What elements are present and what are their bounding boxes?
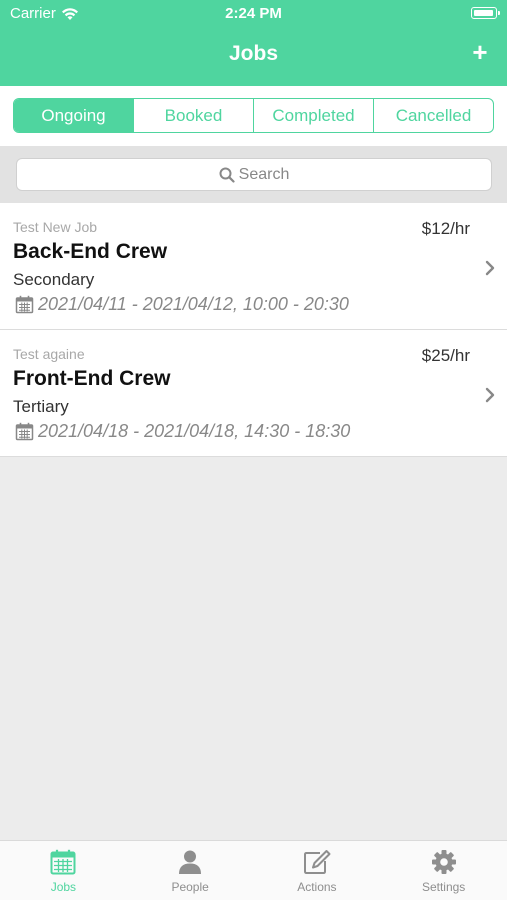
chevron-right-icon <box>485 260 495 276</box>
job-row[interactable]: Test New Job $12/hr Back-End Crew Second… <box>0 203 507 330</box>
chevron-right-icon <box>485 387 495 403</box>
job-level: Secondary <box>13 270 95 289</box>
job-level: Tertiary <box>13 397 69 416</box>
job-row[interactable]: Test againe $25/hr Front-End Crew Tertia… <box>0 330 507 457</box>
search-placeholder: Search <box>238 165 290 183</box>
job-list: Test New Job $12/hr Back-End Crew Second… <box>0 203 507 457</box>
calendar-icon <box>15 422 34 441</box>
segment-cancelled[interactable]: Cancelled <box>373 99 493 132</box>
status-filter-bar: Ongoing Booked Completed Cancelled <box>0 86 507 146</box>
tab-settings[interactable]: Settings <box>380 841 507 900</box>
job-title: Front-End Crew <box>13 367 171 390</box>
segment-ongoing[interactable]: Ongoing <box>14 99 133 132</box>
search-input[interactable]: Search <box>16 158 492 191</box>
job-rate: $25/hr <box>421 346 470 365</box>
segment-completed[interactable]: Completed <box>253 99 373 132</box>
job-title: Back-End Crew <box>13 240 168 263</box>
segmented-control: Ongoing Booked Completed Cancelled <box>13 98 494 133</box>
job-rate: $12/hr <box>421 219 470 238</box>
tab-actions[interactable]: Actions <box>254 841 381 900</box>
tab-jobs[interactable]: Jobs <box>0 841 127 900</box>
job-dates: 2021/04/18 - 2021/04/18, 14:30 - 18:30 <box>38 421 351 441</box>
job-subtitle: Test againe <box>13 346 85 362</box>
status-time: 2:24 PM <box>225 5 282 22</box>
segment-booked[interactable]: Booked <box>133 99 253 132</box>
tab-label: Settings <box>421 880 466 894</box>
job-dates-row: 2021/04/18 - 2021/04/18, 14:30 - 18:30 <box>15 421 350 442</box>
tab-label: Jobs <box>50 880 77 894</box>
job-dates-row: 2021/04/11 - 2021/04/12, 10:00 - 20:30 <box>15 294 349 315</box>
battery-icon <box>471 7 500 19</box>
calendar-icon <box>15 295 34 314</box>
tab-people[interactable]: People <box>127 841 254 900</box>
navigation-header: Carrier 2:24 PM Jobs + <box>0 0 507 86</box>
tab-label: Actions <box>297 880 337 894</box>
tab-bar: Jobs People Actions Settings <box>0 840 507 900</box>
add-job-button[interactable]: + <box>469 39 491 65</box>
search-bar: Search <box>0 146 507 203</box>
person-icon <box>179 850 202 874</box>
job-dates: 2021/04/11 - 2021/04/12, 10:00 - 20:30 <box>38 294 349 314</box>
edit-icon <box>303 850 331 874</box>
tab-label: People <box>171 880 209 894</box>
status-bar: Carrier 2:24 PM <box>0 0 507 28</box>
search-icon <box>219 167 235 183</box>
gear-icon <box>431 850 456 874</box>
calendar-icon <box>50 849 76 875</box>
page-title: Jobs <box>228 42 278 65</box>
job-subtitle: Test New Job <box>13 219 98 235</box>
